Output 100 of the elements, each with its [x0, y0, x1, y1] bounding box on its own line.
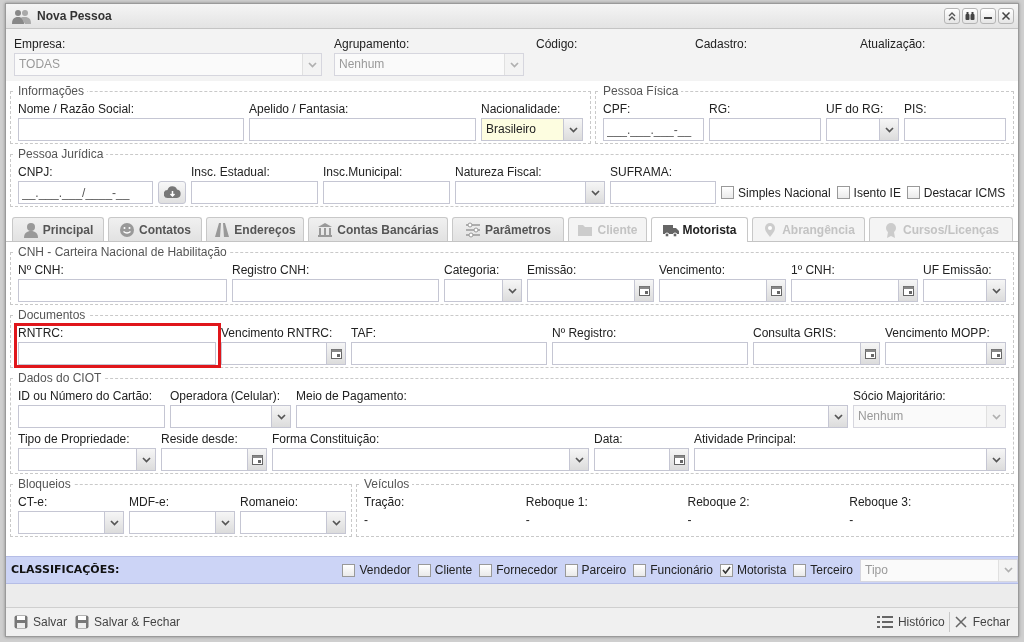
date-field[interactable]: [753, 342, 880, 365]
footer-button[interactable]: Salvar: [10, 611, 71, 633]
text-field[interactable]: [18, 279, 227, 302]
dropdown[interactable]: Brasileiro: [481, 118, 583, 141]
checkbox[interactable]: [719, 563, 733, 577]
section-legend: Informações: [15, 84, 88, 98]
checkbox[interactable]: [633, 563, 647, 577]
checkbox-option[interactable]: Simples Nacional: [721, 181, 832, 204]
tab[interactable]: Endereços: [206, 217, 304, 241]
checkbox[interactable]: [836, 186, 850, 199]
tab[interactable]: Motorista: [651, 217, 748, 242]
masked-field[interactable]: __.___.___/____-__: [18, 181, 153, 204]
dropdown[interactable]: [18, 511, 124, 534]
footer-button[interactable]: Fechar: [949, 611, 1014, 633]
text-field[interactable]: [552, 342, 748, 365]
calendar-icon: [902, 285, 914, 296]
text-field[interactable]: [351, 342, 547, 365]
field-label: Insc.Municipal:: [323, 165, 404, 179]
calendar-icon: [638, 285, 650, 296]
checkbox[interactable]: [417, 563, 431, 577]
field-label: 1º CNH:: [791, 263, 836, 277]
dropdown[interactable]: [694, 448, 1006, 471]
checkbox-option[interactable]: Isento IE: [836, 181, 902, 204]
checkbox-option[interactable]: Vendedor: [342, 558, 411, 582]
classification-label: CLASSIFICAÇÕES:: [11, 561, 121, 578]
text-field[interactable]: [18, 342, 216, 365]
checkbox-option[interactable]: Fornecedor: [479, 558, 558, 582]
tab[interactable]: Contas Bancárias: [308, 217, 448, 241]
road-icon: [214, 221, 231, 238]
checkbox-option[interactable]: Motorista: [719, 558, 787, 582]
caret-icon: [331, 519, 341, 526]
checkbox-option[interactable]: Parceiro: [564, 558, 627, 582]
footer-button[interactable]: Histórico: [872, 611, 949, 633]
collapse-button[interactable]: [944, 8, 960, 24]
date-field[interactable]: [791, 279, 918, 302]
field-label: Data:: [594, 432, 624, 446]
date-field[interactable]: [161, 448, 267, 471]
footer-button[interactable]: Salvar & Fechar: [71, 611, 185, 633]
caret-icon: [509, 61, 519, 68]
dropdown[interactable]: [296, 405, 848, 428]
text-field[interactable]: [709, 118, 821, 141]
dropdown[interactable]: [240, 511, 346, 534]
masked-field[interactable]: ___.___.___-__: [603, 118, 704, 141]
find-button[interactable]: [962, 8, 978, 24]
text-field[interactable]: [610, 181, 716, 204]
field-label: UF Emissão:: [923, 263, 993, 277]
field-label: Forma Constituição:: [272, 432, 381, 446]
calendar-icon: [770, 285, 782, 296]
field-label: Consulta GRIS:: [753, 326, 838, 340]
field-label: Nacionalidade:: [481, 102, 562, 116]
download-button[interactable]: [158, 181, 186, 204]
text-field[interactable]: [191, 181, 318, 204]
tab[interactable]: Principal: [12, 217, 104, 241]
field-label: TAF:: [351, 326, 378, 340]
field-label: ID ou Número do Cartão:: [18, 389, 154, 403]
checkbox[interactable]: [479, 563, 493, 577]
checkbox[interactable]: [906, 186, 920, 199]
tab[interactable]: Contatos: [108, 217, 202, 241]
date-field[interactable]: [885, 342, 1006, 365]
dropdown[interactable]: [129, 511, 235, 534]
section-legend: Dados do CIOT: [15, 371, 105, 385]
dropdown[interactable]: [272, 448, 589, 471]
dropdown[interactable]: [923, 279, 1006, 302]
dropdown[interactable]: [18, 448, 156, 471]
tab[interactable]: Parâmetros: [452, 217, 564, 241]
dropdown[interactable]: [455, 181, 605, 204]
field-label: Emissão:: [527, 263, 578, 277]
checkbox[interactable]: [564, 563, 578, 577]
field-label: Tração:: [364, 495, 406, 509]
date-field[interactable]: [527, 279, 654, 302]
dropdown[interactable]: [170, 405, 291, 428]
field-label: Vencimento RNTRC:: [221, 326, 334, 340]
checkbox[interactable]: [342, 563, 356, 577]
checkbox-option[interactable]: Cliente: [417, 558, 473, 582]
text-field[interactable]: [323, 181, 450, 204]
field-label: PIS:: [904, 102, 928, 116]
close-icon: [953, 615, 968, 629]
field-label: Romaneio:: [240, 495, 300, 509]
text-field[interactable]: [18, 118, 244, 141]
text-field[interactable]: [249, 118, 476, 141]
checkbox[interactable]: [721, 186, 734, 199]
checkbox-option[interactable]: Funcionário: [633, 558, 713, 582]
checkbox-option[interactable]: Destacar ICMS: [906, 181, 1006, 204]
date-field[interactable]: [659, 279, 786, 302]
date-field[interactable]: [594, 448, 689, 471]
section-legend: Veículos: [361, 477, 413, 491]
checkbox[interactable]: [793, 563, 807, 577]
text-field[interactable]: [904, 118, 1006, 141]
checkbox-option[interactable]: Terceiro: [793, 558, 853, 582]
field-label: RG:: [709, 102, 732, 116]
date-field[interactable]: [221, 342, 346, 365]
text-field[interactable]: [232, 279, 439, 302]
text-field[interactable]: [18, 405, 165, 428]
binoculars-icon: [965, 11, 975, 21]
caret-icon: [307, 61, 317, 68]
minimize-button[interactable]: [980, 8, 996, 24]
dropdown[interactable]: [444, 279, 522, 302]
dropdown[interactable]: [826, 118, 899, 141]
close-button[interactable]: [998, 8, 1014, 24]
caret-icon: [574, 456, 584, 463]
